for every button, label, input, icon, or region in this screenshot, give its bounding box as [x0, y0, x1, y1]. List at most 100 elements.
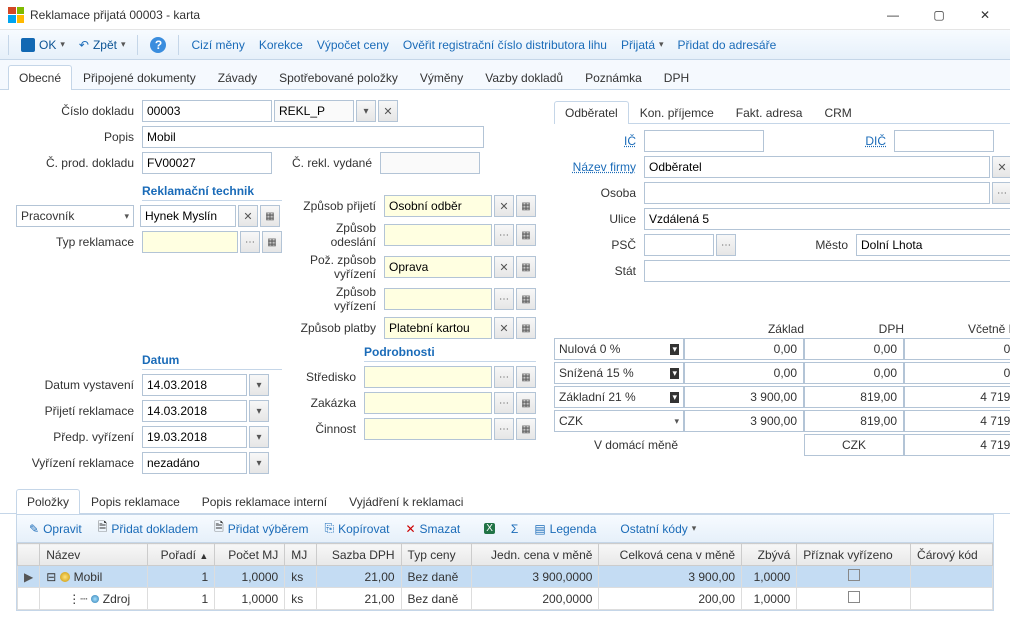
grid-col-10[interactable]: Čárový kód: [911, 544, 993, 566]
osoba-input[interactable]: [644, 182, 990, 204]
stat-input[interactable]: [644, 260, 1010, 282]
undo-button[interactable]: ↶ Zpět▾: [73, 35, 132, 55]
grid-col-3[interactable]: MJ: [285, 544, 317, 566]
nazev-clear-button[interactable]: ✕: [992, 156, 1010, 178]
cinnost-input[interactable]: [364, 418, 492, 440]
rada-dropdown-button[interactable]: ▾: [356, 100, 376, 122]
zpus-odeslani-browse[interactable]: ▦: [516, 224, 536, 246]
pracovnik-clear-button[interactable]: ✕: [238, 205, 258, 227]
tab-spot-ebovan-polo-ky[interactable]: Spotřebované položky: [268, 65, 409, 90]
pridat-adresar-button[interactable]: Přidat do adresáře: [672, 35, 783, 55]
zpus-prijeti-input[interactable]: [384, 195, 492, 217]
zpus-vyrizeni-dots[interactable]: ⋯: [494, 288, 514, 310]
tab-z-vady[interactable]: Závady: [207, 65, 268, 90]
grid-col-1[interactable]: Pořadí ▲: [147, 544, 214, 566]
minimize-button[interactable]: —: [870, 0, 916, 30]
grid-col-6[interactable]: Jedn. cena v měně: [472, 544, 599, 566]
prijata-dropdown[interactable]: Přijatá ▾: [615, 35, 670, 55]
cinnost-dots[interactable]: ⋯: [494, 418, 514, 440]
dic-input[interactable]: [894, 130, 994, 152]
tab-vazby-doklad-[interactable]: Vazby dokladů: [474, 65, 574, 90]
zpus-prijeti-browse[interactable]: ▦: [516, 195, 536, 217]
korekce-button[interactable]: Korekce: [253, 35, 309, 55]
poz-vyrizeni-input[interactable]: [384, 256, 492, 278]
cinnost-browse[interactable]: ▦: [516, 418, 536, 440]
stredisko-input[interactable]: [364, 366, 492, 388]
vyrizeno-checkbox[interactable]: [848, 569, 860, 581]
zakazka-browse[interactable]: ▦: [516, 392, 536, 414]
prijeti-rekl-picker[interactable]: ▾: [249, 400, 269, 422]
overit-button[interactable]: Ověřit registrační číslo distributora li…: [397, 35, 613, 55]
table-row[interactable]: ▶ ⊟ Mobil 11,0000ks21,00 Bez daně3 900,0…: [18, 566, 993, 588]
stredisko-dots[interactable]: ⋯: [494, 366, 514, 388]
datum-vyst-picker[interactable]: ▾: [249, 374, 269, 396]
tab-popis-reklamace-intern-[interactable]: Popis reklamace interní: [191, 489, 338, 514]
ic-input[interactable]: [644, 130, 764, 152]
tab-vyj-d-en-k-reklamaci[interactable]: Vyjádření k reklamaci: [338, 489, 474, 514]
tab-dph[interactable]: DPH: [653, 65, 700, 90]
table-row[interactable]: ⋮┈ Zdroj 11,0000ks21,00 Bez daně200,0000…: [18, 588, 993, 610]
tab-p-ipojen-dokumenty[interactable]: Připojené dokumenty: [72, 65, 207, 90]
label-dic[interactable]: DIČ: [764, 134, 894, 148]
zakazka-input[interactable]: [364, 392, 492, 414]
tab-crm[interactable]: CRM: [813, 101, 862, 124]
zpus-prijeti-clear[interactable]: ✕: [494, 195, 514, 217]
tax-rate-select-1[interactable]: Snížená 15 %▾: [554, 362, 684, 384]
grid-sum-button[interactable]: Σ: [507, 520, 522, 538]
predp-vyr-input[interactable]: [142, 426, 247, 448]
tab-polo-ky[interactable]: Položky: [16, 489, 80, 514]
popis-input[interactable]: [142, 126, 484, 148]
vypocet-ceny-button[interactable]: Výpočet ceny: [311, 35, 395, 55]
tab-fakt-adresa[interactable]: Fakt. adresa: [725, 101, 814, 124]
c-prod-input[interactable]: [142, 152, 272, 174]
tab-popis-reklamace[interactable]: Popis reklamace: [80, 489, 191, 514]
tab-v-m-ny[interactable]: Výměny: [409, 65, 474, 90]
grid-col-2[interactable]: Počet MJ: [215, 544, 285, 566]
psc-dots[interactable]: ⋯: [716, 234, 736, 256]
grid-col-5[interactable]: Typ ceny: [401, 544, 472, 566]
cislo-dokladu-input[interactable]: [142, 100, 272, 122]
grid-col-0[interactable]: Název: [40, 544, 148, 566]
grid-col-8[interactable]: Zbývá: [742, 544, 797, 566]
zpus-odeslani-input[interactable]: [384, 224, 492, 246]
grid-opravit-button[interactable]: ✎Opravit: [25, 520, 86, 538]
label-ic[interactable]: IČ: [554, 134, 644, 148]
vyriz-rekl-picker[interactable]: ▾: [249, 452, 269, 474]
label-nazev[interactable]: Název firmy: [554, 160, 644, 174]
poz-vyrizeni-browse[interactable]: ▦: [516, 256, 536, 278]
cizi-meny-button[interactable]: Cizí měny: [185, 35, 250, 55]
poz-vyrizeni-clear[interactable]: ✕: [494, 256, 514, 278]
pracovnik-input[interactable]: [140, 205, 236, 227]
grid-legenda-button[interactable]: ▤Legenda: [530, 520, 600, 538]
tax-rate-select-2[interactable]: Základní 21 %▾: [554, 386, 684, 408]
typ-rekl-input[interactable]: [142, 231, 238, 253]
zpus-vyrizeni-browse[interactable]: ▦: [516, 288, 536, 310]
mesto-input[interactable]: [856, 234, 1010, 256]
typ-rekl-browse-button[interactable]: ▦: [262, 231, 282, 253]
vyrizeno-checkbox[interactable]: [848, 591, 860, 603]
maximize-button[interactable]: ▢: [916, 0, 962, 30]
stredisko-browse[interactable]: ▦: [516, 366, 536, 388]
zpus-platby-input[interactable]: [384, 317, 492, 339]
zakazka-dots[interactable]: ⋯: [494, 392, 514, 414]
zpus-vyrizeni-input[interactable]: [384, 288, 492, 310]
pracovnik-browse-button[interactable]: ▦: [260, 205, 280, 227]
tab-obecn-[interactable]: Obecné: [8, 65, 72, 90]
tab-kon-p-jemce[interactable]: Kon. příjemce: [629, 101, 725, 124]
nazev-input[interactable]: [644, 156, 990, 178]
prijeti-rekl-input[interactable]: [142, 400, 247, 422]
predp-vyr-picker[interactable]: ▾: [249, 426, 269, 448]
zpus-platby-browse[interactable]: ▦: [516, 317, 536, 339]
ok-button[interactable]: OK▾: [15, 35, 71, 55]
grid-kopirovat-button[interactable]: ⎘Kopírovat: [320, 519, 393, 538]
zpus-platby-clear[interactable]: ✕: [494, 317, 514, 339]
datum-vyst-input[interactable]: [142, 374, 247, 396]
grid-col-7[interactable]: Celková cena v měně: [599, 544, 742, 566]
zpus-odeslani-dots[interactable]: ⋯: [494, 224, 514, 246]
grid-pridat-dokl-button[interactable]: 🗎Přidat dokladem: [94, 516, 202, 541]
tab-odb-ratel[interactable]: Odběratel: [554, 101, 629, 124]
grid-ostatni-button[interactable]: Ostatní kódy▾: [616, 520, 700, 538]
pracovnik-type-select[interactable]: Pracovník▾: [16, 205, 134, 227]
help-button[interactable]: ?: [144, 34, 172, 56]
tax-rate-select-0[interactable]: Nulová 0 %▾: [554, 338, 684, 360]
